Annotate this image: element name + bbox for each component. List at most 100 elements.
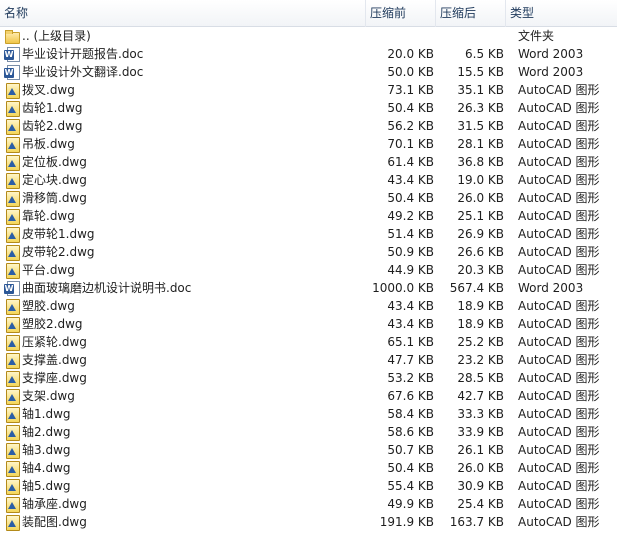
column-header-compressed-size[interactable]: 压缩后 (436, 0, 506, 27)
autocad-dwg-icon (4, 388, 20, 405)
file-row[interactable]: 毕业设计外文翻译.doc 50.0 KB 15.5 KB Word 2003 (0, 63, 617, 81)
autocad-dwg-icon (4, 226, 20, 243)
file-name-cell: 轴4.dwg (4, 459, 366, 477)
file-row[interactable]: 塑胶.dwg 43.4 KB 18.9 KB AutoCAD 图形 (0, 297, 617, 315)
file-row[interactable]: 滑移筒.dwg 50.4 KB 26.0 KB AutoCAD 图形 (0, 189, 617, 207)
file-row[interactable]: 轴2.dwg 58.6 KB 33.9 KB AutoCAD 图形 (0, 423, 617, 441)
compressed-size: 33.3 KB (457, 407, 504, 421)
compressed-size: 18.9 KB (457, 317, 504, 331)
file-name-cell: 吊板.dwg (4, 135, 366, 153)
file-row[interactable]: 靠轮.dwg 49.2 KB 25.1 KB AutoCAD 图形 (0, 207, 617, 225)
file-row[interactable]: 定位板.dwg 61.4 KB 36.8 KB AutoCAD 图形 (0, 153, 617, 171)
original-size: 73.1 KB (387, 83, 434, 97)
compressed-size: 25.4 KB (457, 497, 504, 511)
file-row[interactable]: 平台.dwg 44.9 KB 20.3 KB AutoCAD 图形 (0, 261, 617, 279)
file-name: 压紧轮.dwg (22, 335, 87, 349)
original-size: 191.9 KB (379, 515, 434, 529)
file-row[interactable]: 支撑座.dwg 53.2 KB 28.5 KB AutoCAD 图形 (0, 369, 617, 387)
file-type: AutoCAD 图形 (518, 101, 600, 115)
autocad-dwg-icon (4, 460, 20, 477)
file-row[interactable]: 轴承座.dwg 49.9 KB 25.4 KB AutoCAD 图形 (0, 495, 617, 513)
original-size: 67.6 KB (387, 389, 434, 403)
autocad-dwg-icon (4, 136, 20, 153)
autocad-dwg-icon (4, 82, 20, 99)
compressed-size: 31.5 KB (457, 119, 504, 133)
file-name-cell: 毕业设计开题报告.doc (4, 45, 366, 63)
file-row[interactable]: 轴4.dwg 50.4 KB 26.0 KB AutoCAD 图形 (0, 459, 617, 477)
word-doc-icon (4, 64, 20, 80)
compressed-size: 42.7 KB (457, 389, 504, 403)
column-header-type[interactable]: 类型 (506, 0, 617, 27)
file-row[interactable]: 定心块.dwg 43.4 KB 19.0 KB AutoCAD 图形 (0, 171, 617, 189)
original-size: 51.4 KB (387, 227, 434, 241)
file-name-cell: 滑移筒.dwg (4, 189, 366, 207)
file-type: AutoCAD 图形 (518, 389, 600, 403)
file-name: 轴5.dwg (22, 479, 71, 493)
compressed-size: 35.1 KB (457, 83, 504, 97)
file-row[interactable]: 齿轮1.dwg 50.4 KB 26.3 KB AutoCAD 图形 (0, 99, 617, 117)
compressed-size: 28.5 KB (457, 371, 504, 385)
file-row[interactable]: 支撑盖.dwg 47.7 KB 23.2 KB AutoCAD 图形 (0, 351, 617, 369)
original-size: 43.4 KB (387, 299, 434, 313)
file-name: .. (上级目录) (22, 29, 91, 43)
file-type: AutoCAD 图形 (518, 461, 600, 475)
compressed-size: 15.5 KB (457, 65, 504, 79)
file-row[interactable]: 轴1.dwg 58.4 KB 33.3 KB AutoCAD 图形 (0, 405, 617, 423)
original-size: 44.9 KB (387, 263, 434, 277)
compressed-size: 26.0 KB (457, 191, 504, 205)
file-name-cell: 拨叉.dwg (4, 81, 366, 99)
file-row[interactable]: 齿轮2.dwg 56.2 KB 31.5 KB AutoCAD 图形 (0, 117, 617, 135)
file-row[interactable]: 压紧轮.dwg 65.1 KB 25.2 KB AutoCAD 图形 (0, 333, 617, 351)
file-row[interactable]: 轴3.dwg 50.7 KB 26.1 KB AutoCAD 图形 (0, 441, 617, 459)
file-type: AutoCAD 图形 (518, 335, 600, 349)
original-size: 50.4 KB (387, 101, 434, 115)
file-name: 毕业设计外文翻译.doc (22, 65, 144, 79)
original-size: 1000.0 KB (372, 281, 434, 295)
file-row[interactable]: 毕业设计开题报告.doc 20.0 KB 6.5 KB Word 2003 (0, 45, 617, 63)
file-name: 齿轮1.dwg (22, 101, 83, 115)
compressed-size: 18.9 KB (457, 299, 504, 313)
file-row[interactable]: 装配图.dwg 191.9 KB 163.7 KB AutoCAD 图形 (0, 513, 617, 531)
file-name-cell: 支架.dwg (4, 387, 366, 405)
file-type: AutoCAD 图形 (518, 173, 600, 187)
file-name: 拨叉.dwg (22, 83, 75, 97)
file-row[interactable]: 皮带轮1.dwg 51.4 KB 26.9 KB AutoCAD 图形 (0, 225, 617, 243)
word-doc-icon (4, 280, 20, 296)
column-header-name[interactable]: 名称 (0, 0, 366, 27)
file-row[interactable]: 轴5.dwg 55.4 KB 30.9 KB AutoCAD 图形 (0, 477, 617, 495)
file-type: AutoCAD 图形 (518, 353, 600, 367)
file-name-cell: 塑胶.dwg (4, 297, 366, 315)
file-type: 文件夹 (518, 29, 555, 43)
file-row[interactable]: .. (上级目录) 文件夹 (0, 27, 617, 45)
file-type: AutoCAD 图形 (518, 443, 600, 457)
file-type: AutoCAD 图形 (518, 299, 600, 313)
autocad-dwg-icon (4, 316, 20, 333)
column-header: 名称 压缩前 压缩后 类型 (0, 0, 617, 27)
compressed-size: 20.3 KB (457, 263, 504, 277)
file-name: 皮带轮2.dwg (22, 245, 95, 259)
file-type: AutoCAD 图形 (518, 245, 600, 259)
original-size: 55.4 KB (387, 479, 434, 493)
original-size: 58.6 KB (387, 425, 434, 439)
file-row[interactable]: 曲面玻璃磨边机设计说明书.doc 1000.0 KB 567.4 KB Word 20… (0, 279, 617, 297)
file-type: AutoCAD 图形 (518, 371, 600, 385)
autocad-dwg-icon (4, 352, 20, 369)
file-name: 支撑盖.dwg (22, 353, 87, 367)
file-row[interactable]: 吊板.dwg 70.1 KB 28.1 KB AutoCAD 图形 (0, 135, 617, 153)
file-row[interactable]: 皮带轮2.dwg 50.9 KB 26.6 KB AutoCAD 图形 (0, 243, 617, 261)
file-type: AutoCAD 图形 (518, 425, 600, 439)
file-type: AutoCAD 图形 (518, 83, 600, 97)
file-type: AutoCAD 图形 (518, 155, 600, 169)
file-name: 曲面玻璃磨边机设计说明书.doc (22, 281, 192, 295)
file-name-cell: 轴3.dwg (4, 441, 366, 459)
autocad-dwg-icon (4, 190, 20, 207)
original-size: 50.0 KB (387, 65, 434, 79)
file-row[interactable]: 支架.dwg 67.6 KB 42.7 KB AutoCAD 图形 (0, 387, 617, 405)
file-row[interactable]: 塑胶2.dwg 43.4 KB 18.9 KB AutoCAD 图形 (0, 315, 617, 333)
file-name-cell: 压紧轮.dwg (4, 333, 366, 351)
file-name: 吊板.dwg (22, 137, 75, 151)
compressed-size: 30.9 KB (457, 479, 504, 493)
file-name-cell: 轴5.dwg (4, 477, 366, 495)
file-row[interactable]: 拨叉.dwg 73.1 KB 35.1 KB AutoCAD 图形 (0, 81, 617, 99)
column-header-original-size[interactable]: 压缩前 (366, 0, 436, 27)
